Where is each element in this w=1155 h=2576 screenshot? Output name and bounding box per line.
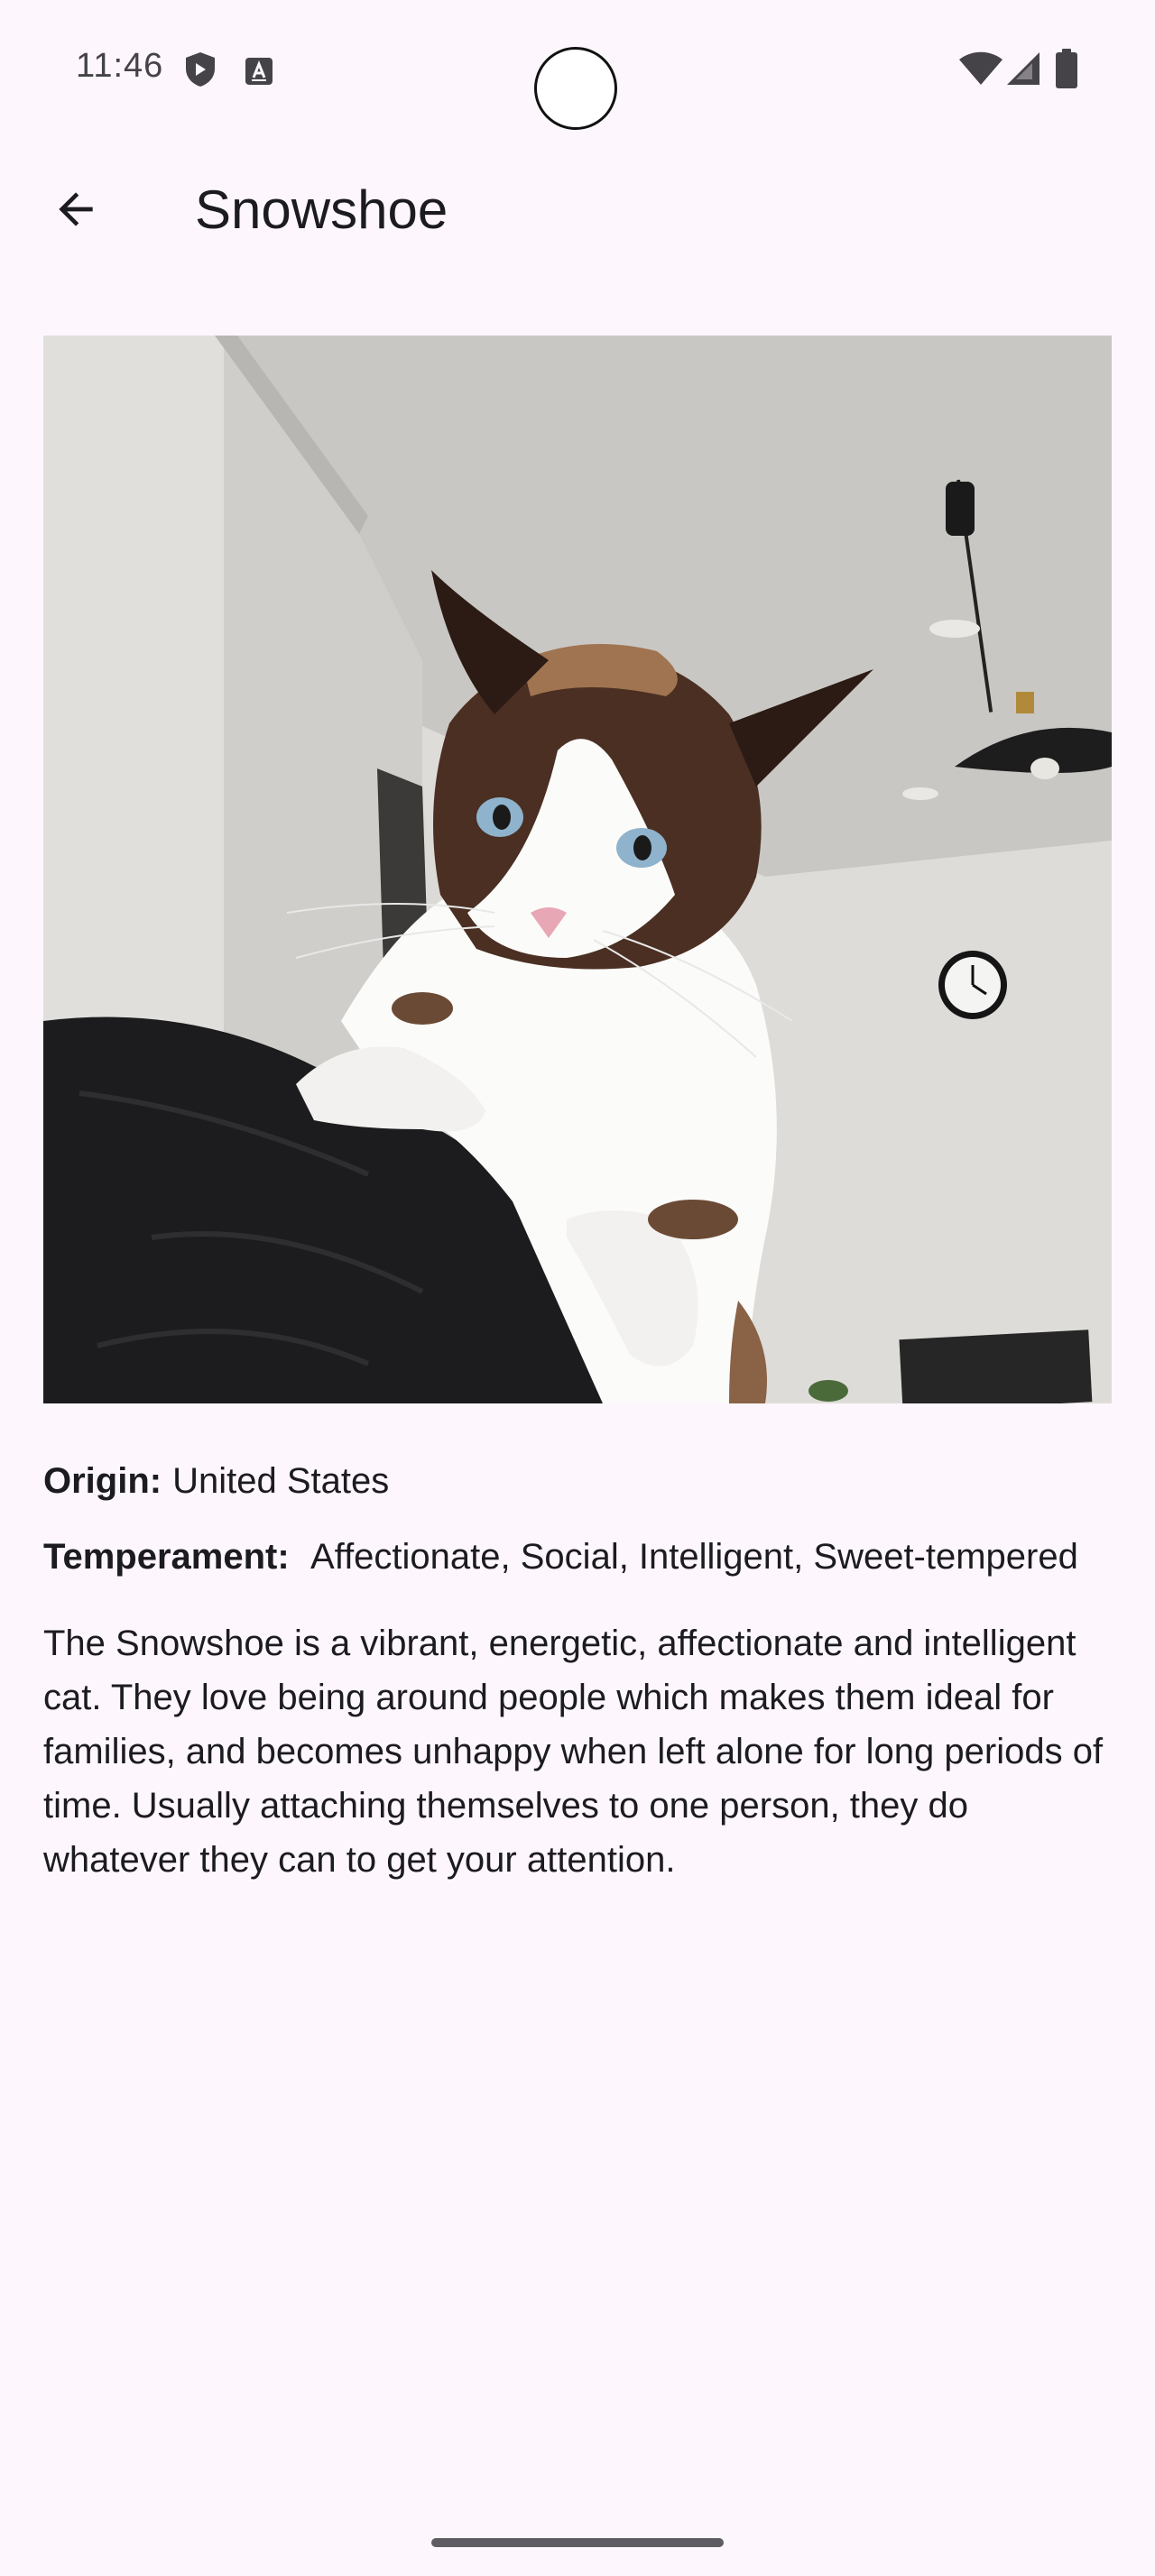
- status-time: 11:46: [76, 47, 164, 85]
- page-title: Snowshoe: [195, 179, 448, 240]
- top-app-bar: Snowshoe: [0, 153, 1155, 280]
- breed-details: Origin: United States Temperament: Affec…: [43, 1454, 1112, 1887]
- cat-photo: [43, 336, 1112, 1403]
- back-button[interactable]: [40, 173, 112, 245]
- camera-cutout: [534, 47, 617, 130]
- keyboard-a-icon: [244, 56, 274, 91]
- shield-icon: [184, 51, 217, 93]
- status-bar: 11:46: [0, 0, 1155, 135]
- origin-value: United States: [172, 1461, 390, 1501]
- cellular-signal-icon: [1005, 51, 1041, 91]
- wifi-icon: [958, 51, 1003, 91]
- origin-row: Origin: United States: [43, 1454, 1112, 1508]
- temperament-label: Temperament:: [43, 1537, 290, 1577]
- app-screen: 11:46 Snowshoe Origin: United States Tem…: [0, 0, 1155, 2576]
- home-indicator[interactable]: [431, 2538, 724, 2547]
- arrow-back-icon: [59, 192, 93, 226]
- temperament-row: Temperament: Affectionate, Social, Intel…: [43, 1530, 1112, 1584]
- breed-description: The Snowshoe is a vibrant, energetic, af…: [43, 1624, 1104, 1880]
- battery-icon: [1056, 49, 1077, 93]
- temperament-value: Affectionate, Social, Intelligent, Sweet…: [310, 1537, 1078, 1577]
- origin-label: Origin:: [43, 1461, 162, 1501]
